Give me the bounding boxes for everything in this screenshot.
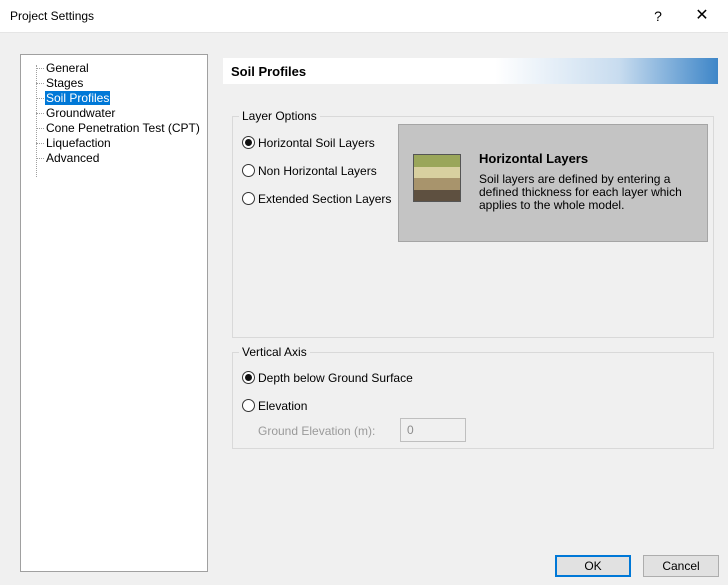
settings-nav-tree[interactable]: General Stages Soil Profiles Groundwater…: [20, 54, 208, 572]
info-title: Horizontal Layers: [479, 151, 589, 166]
group-title: Vertical Axis: [239, 345, 310, 359]
nav-item-label: Stages: [46, 76, 84, 90]
radio-label: Non Horizontal Layers: [258, 164, 377, 178]
nav-item-stages[interactable]: Stages: [31, 76, 207, 91]
nav-item-soil-profiles[interactable]: Soil Profiles: [31, 91, 207, 106]
radio-elevation[interactable]: Elevation: [242, 398, 307, 414]
nav-item-cpt[interactable]: Cone Penetration Test (CPT): [31, 121, 207, 136]
radio-unchecked-icon[interactable]: [242, 164, 255, 177]
radio-label: Elevation: [258, 399, 308, 413]
nav-item-label: Cone Penetration Test (CPT): [46, 121, 200, 135]
nav-item-groundwater[interactable]: Groundwater: [31, 106, 207, 121]
radio-checked-icon[interactable]: [242, 136, 255, 149]
radio-horizontal-soil-layers[interactable]: Horizontal Soil Layers: [242, 135, 375, 151]
section-header: Soil Profiles: [223, 58, 718, 84]
layer-info-box: Horizontal Layers Soil layers are define…: [398, 124, 708, 242]
nav-item-general[interactable]: General: [31, 61, 207, 76]
title-bar: Project Settings ? ✕: [0, 0, 728, 33]
radio-label: Extended Section Layers: [258, 192, 392, 206]
close-icon[interactable]: ✕: [692, 6, 712, 26]
ground-elevation-label: Ground Elevation (m):: [258, 424, 376, 438]
nav-item-label: Liquefaction: [46, 136, 111, 150]
layer-stripe: [414, 178, 460, 190]
radio-depth-below-ground[interactable]: Depth below Ground Surface: [242, 370, 413, 386]
nav-item-label: Soil Profiles: [45, 91, 111, 105]
nav-item-label: Advanced: [46, 151, 100, 165]
nav-item-liquefaction[interactable]: Liquefaction: [31, 136, 207, 151]
layer-stripe: [414, 189, 460, 201]
help-icon[interactable]: ?: [648, 6, 668, 26]
layer-stripe: [414, 166, 460, 178]
radio-label: Horizontal Soil Layers: [258, 136, 375, 150]
ground-elevation-input[interactable]: [400, 418, 466, 442]
radio-non-horizontal-layers[interactable]: Non Horizontal Layers: [242, 163, 377, 179]
group-title: Layer Options: [239, 109, 320, 123]
radio-label: Depth below Ground Surface: [258, 371, 413, 385]
info-description: Soil layers are defined by entering a de…: [479, 172, 682, 212]
tree-list: General Stages Soil Profiles Groundwater…: [31, 61, 207, 177]
layer-stripe: [414, 155, 460, 167]
soil-layers-icon: [413, 154, 461, 202]
window-title: Project Settings: [10, 9, 95, 23]
nav-item-advanced[interactable]: Advanced: [31, 151, 207, 166]
nav-item-label: General: [46, 61, 89, 75]
cancel-button[interactable]: Cancel: [643, 555, 719, 577]
radio-extended-section-layers[interactable]: Extended Section Layers: [242, 191, 391, 207]
radio-unchecked-icon[interactable]: [242, 399, 255, 412]
nav-item-label: Groundwater: [46, 106, 116, 120]
ok-button[interactable]: OK: [555, 555, 631, 577]
radio-checked-icon[interactable]: [242, 371, 255, 384]
section-title: Soil Profiles: [231, 64, 307, 79]
radio-unchecked-icon[interactable]: [242, 192, 255, 205]
